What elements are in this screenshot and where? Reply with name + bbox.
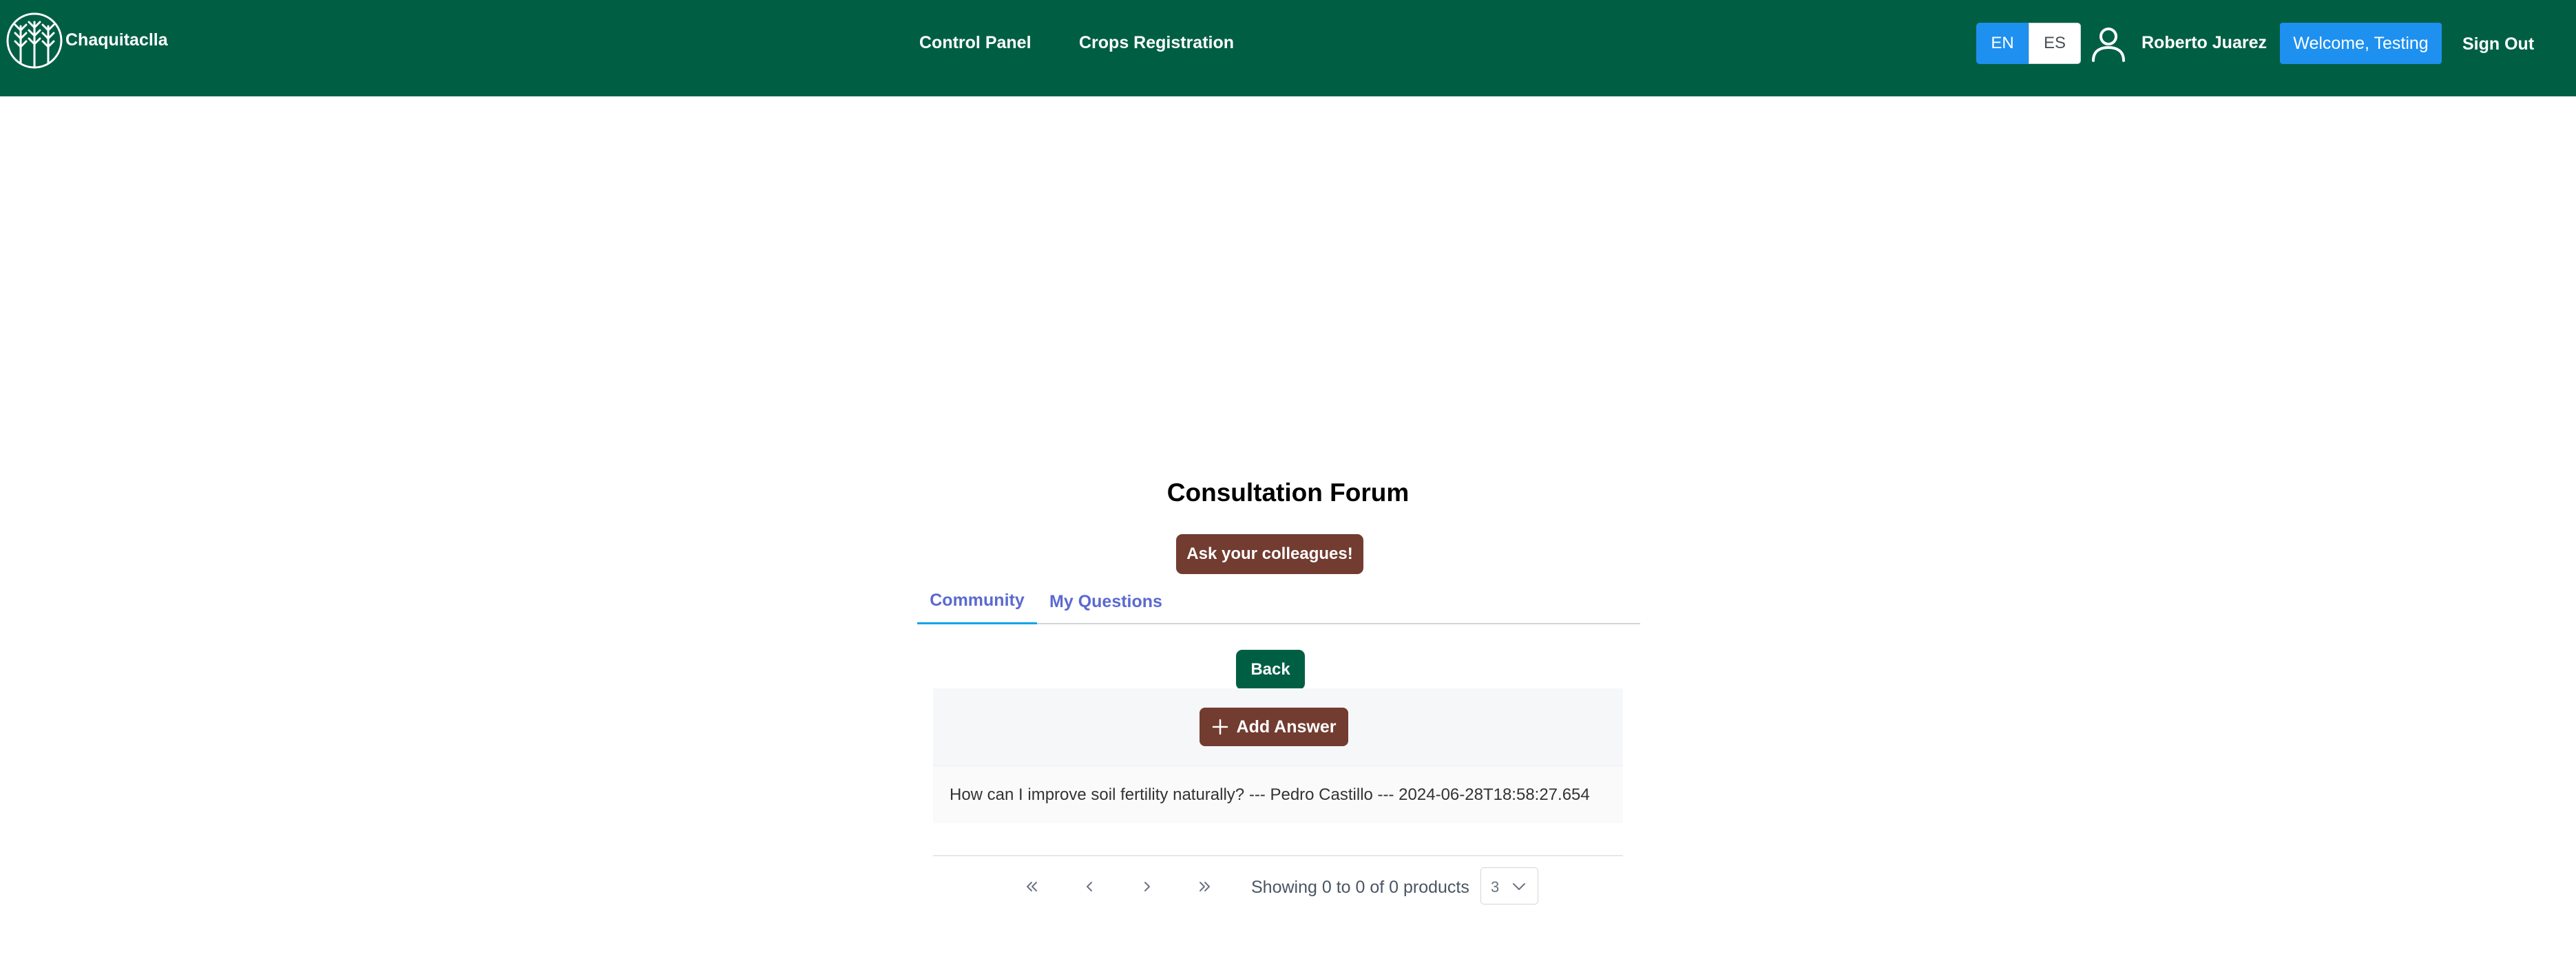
last-page-button[interactable] xyxy=(1186,873,1224,900)
page-title: Consultation Forum xyxy=(1166,478,1410,507)
add-answer-button[interactable]: Add Answer xyxy=(1200,708,1348,746)
user-icon[interactable] xyxy=(2089,25,2128,63)
next-page-icon xyxy=(1144,882,1150,891)
question-row[interactable]: How can I improve soil fertility natural… xyxy=(933,765,1623,823)
chevron-down-icon xyxy=(1513,883,1525,890)
nav-control-panel[interactable]: Control Panel xyxy=(919,33,1032,53)
ask-colleagues-button[interactable]: Ask your colleagues! xyxy=(1176,534,1363,574)
next-page-button[interactable] xyxy=(1129,873,1166,900)
forum-tabs: Community My Questions xyxy=(917,579,1640,624)
last-page-icon xyxy=(1200,882,1210,891)
rows-per-page-value: 3 xyxy=(1491,878,1500,896)
brand-name[interactable]: Chaquitaclla xyxy=(65,30,168,50)
first-page-icon xyxy=(1027,882,1037,891)
tab-community[interactable]: Community xyxy=(917,579,1037,624)
plus-icon xyxy=(1212,719,1228,735)
first-page-button[interactable] xyxy=(1013,873,1050,900)
language-en-button[interactable]: EN xyxy=(1976,23,2029,64)
prev-page-button[interactable] xyxy=(1071,873,1108,900)
prev-page-icon xyxy=(1087,882,1092,891)
language-switcher: EN ES xyxy=(1976,23,2081,64)
tab-my-questions[interactable]: My Questions xyxy=(1037,579,1175,624)
sign-out-link[interactable]: Sign Out xyxy=(2462,34,2534,54)
add-answer-label: Add Answer xyxy=(1236,717,1337,737)
wheat-logo-icon[interactable] xyxy=(6,10,63,72)
rows-per-page-select[interactable]: 3 xyxy=(1480,867,1538,904)
user-name: Roberto Juarez xyxy=(2142,33,2267,52)
welcome-button[interactable]: Welcome, Testing xyxy=(2280,23,2442,64)
pagination-info: Showing 0 to 0 of 0 products xyxy=(1251,878,1469,897)
language-es-button[interactable]: ES xyxy=(2029,23,2081,64)
table-divider xyxy=(933,855,1623,856)
back-button[interactable]: Back xyxy=(1236,650,1305,690)
nav-crops-registration[interactable]: Crops Registration xyxy=(1079,33,1234,53)
top-navbar: Chaquitaclla Control Panel Crops Registr… xyxy=(0,0,2576,96)
question-text: How can I improve soil fertility natural… xyxy=(950,785,1590,804)
